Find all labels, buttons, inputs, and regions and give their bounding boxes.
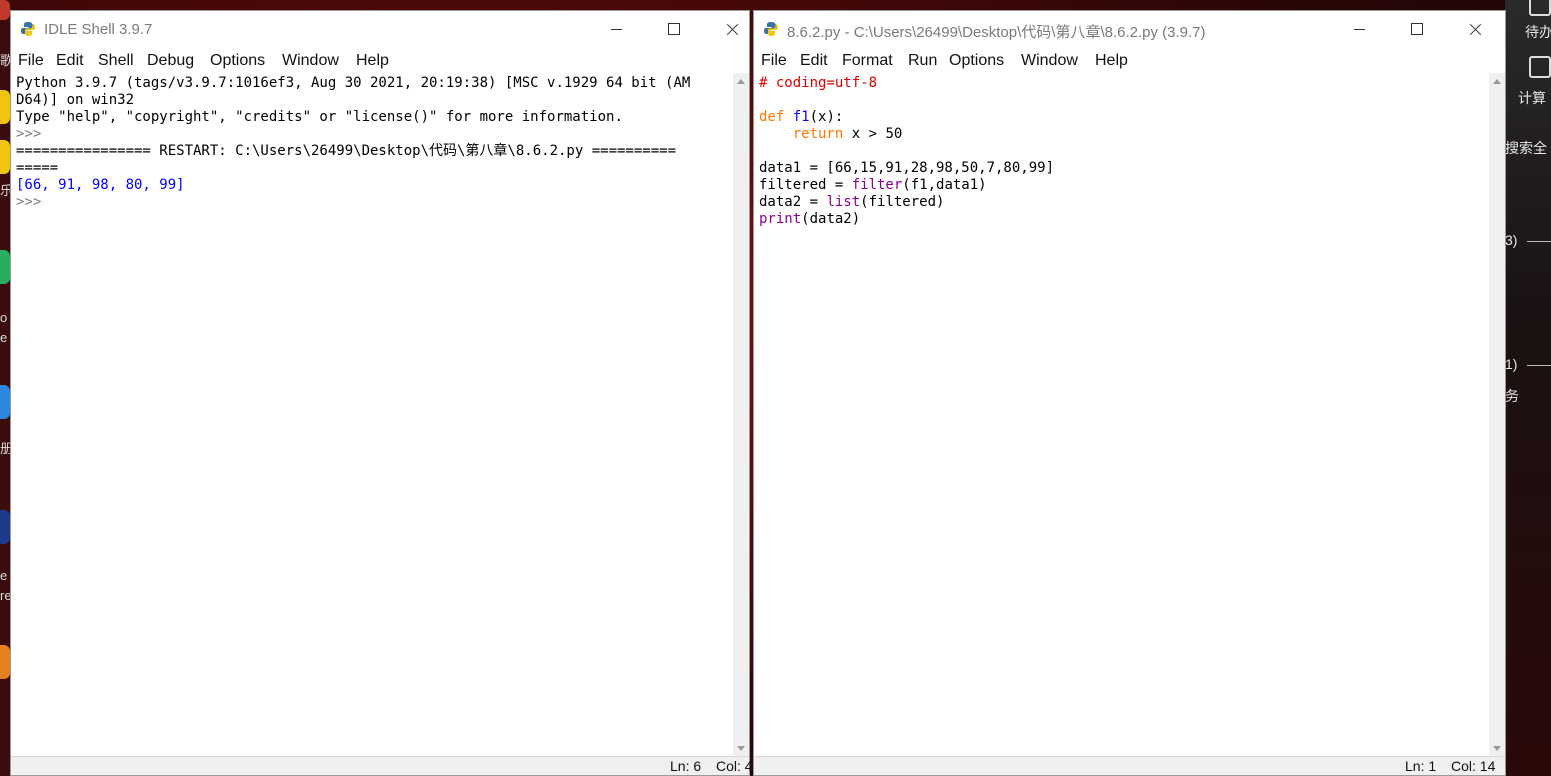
menu-file[interactable]: File (761, 52, 787, 70)
calculator-label: 计算 (1518, 90, 1546, 106)
menu-file[interactable]: File (18, 52, 44, 70)
line-number: Ln: 1 (1405, 758, 1437, 774)
shell-output-area[interactable]: Python 3.9.7 (tags/v3.9.7:1016ef3, Aug 3… (11, 73, 733, 757)
shell-line: Type "help", "copyright", "credits" or "… (16, 109, 623, 125)
minimize-button[interactable] (587, 11, 645, 47)
todo-label: 待办 (1525, 24, 1551, 40)
status-bar: Ln: 6 Col: 4 (11, 756, 753, 775)
maximize-button[interactable] (645, 11, 703, 47)
vertical-scrollbar[interactable] (733, 73, 749, 757)
column-number: Col: 14 (1451, 758, 1496, 774)
function-name: f1 (792, 109, 810, 125)
line-number: Ln: 6 (670, 758, 702, 774)
shell-stdout: [66, 91, 98, 80, 99] (16, 177, 185, 193)
shell-prompt: >>> (16, 194, 42, 210)
column-number: Col: 4 (716, 758, 753, 774)
menu-debug[interactable]: Debug (147, 52, 194, 70)
timeline-label: 务 (1505, 388, 1519, 404)
minimize-button[interactable] (1330, 11, 1388, 47)
maximize-button[interactable] (1388, 11, 1446, 47)
menu-window[interactable]: Window (1021, 52, 1078, 70)
window-title: IDLE Shell 3.9.7 (44, 21, 153, 38)
keyword: return (792, 126, 844, 142)
close-button[interactable] (703, 11, 749, 47)
menu-help[interactable]: Help (1095, 52, 1128, 70)
code-line: data2 = list(filtered) (759, 194, 944, 211)
python-file-icon (764, 22, 778, 36)
menu-format[interactable]: Format (842, 52, 893, 70)
timeline-label: 1) (1505, 356, 1518, 372)
scroll-up-icon[interactable] (737, 79, 745, 84)
desktop-app-icon[interactable] (0, 0, 10, 20)
desktop-app-icon[interactable] (0, 250, 10, 284)
code-editor-area[interactable]: # coding=utf-8 def f1(x): return x > 50 … (754, 73, 1489, 757)
builtin: filter (851, 177, 903, 193)
menu-bar: File Edit Format Run Options Window Help (754, 47, 1505, 74)
divider (1527, 365, 1551, 366)
code-line: filtered = filter(f1,data1) (759, 177, 987, 194)
desktop-app-icon[interactable] (0, 90, 10, 124)
search-label[interactable]: 搜索全 (1505, 138, 1547, 158)
idle-shell-window[interactable]: IDLE Shell 3.9.7 File Edit Shell Debug O… (10, 10, 753, 776)
code-text: x > 50 (843, 126, 903, 142)
title-bar[interactable]: IDLE Shell 3.9.7 (11, 11, 749, 47)
menu-help[interactable]: Help (356, 52, 389, 70)
builtin: list (826, 194, 861, 210)
desktop-right-panel: 待办 计算 搜索全 3) 1) 务 (1505, 0, 1551, 776)
shell-prompt: >>> (16, 126, 42, 142)
close-button[interactable] (1446, 11, 1504, 47)
desktop-app-icon[interactable] (0, 385, 10, 419)
menu-run[interactable]: Run (908, 52, 937, 70)
builtin: print (759, 211, 802, 227)
code-text: filtered = (759, 177, 852, 193)
desktop-app-icon[interactable] (0, 510, 10, 544)
scroll-down-icon[interactable] (1493, 746, 1501, 751)
scroll-up-icon[interactable] (1493, 79, 1501, 84)
code-text: data2 = (759, 194, 827, 210)
code-text: (filtered) (860, 194, 945, 210)
menu-edit[interactable]: Edit (800, 52, 828, 70)
menu-edit[interactable]: Edit (56, 52, 84, 70)
calculator-icon[interactable] (1529, 56, 1551, 78)
divider (1527, 241, 1551, 242)
code-line: return x > 50 (759, 126, 903, 143)
shell-line: D64)] on win32 (16, 92, 135, 108)
title-bar[interactable]: 8.6.2.py - C:\Users\26499\Desktop\代码\第八章… (754, 11, 1505, 47)
code-line: def f1(x): (759, 109, 843, 126)
desktop-app-icon[interactable] (0, 140, 10, 174)
code-text: (data2) (801, 211, 861, 227)
menu-shell[interactable]: Shell (98, 52, 134, 70)
menu-window[interactable]: Window (282, 52, 339, 70)
code-comment: # coding=utf-8 (759, 75, 878, 91)
code-text: (f1,data1) (902, 177, 987, 193)
status-bar: Ln: 1 Col: 14 (754, 756, 1505, 775)
window-title: 8.6.2.py - C:\Users\26499\Desktop\代码\第八章… (787, 24, 1206, 41)
scroll-down-icon[interactable] (737, 746, 745, 751)
menu-options[interactable]: Options (949, 52, 1004, 70)
code-line: print(data2) (759, 211, 860, 228)
shell-line: ================ RESTART: C:\Users\26499… (16, 143, 677, 159)
keyword: def (759, 109, 785, 125)
timeline-label: 3) (1505, 232, 1518, 248)
shell-line: ===== (16, 160, 59, 176)
python-logo-icon (21, 22, 35, 36)
vertical-scrollbar[interactable] (1489, 73, 1505, 757)
shell-line: Python 3.9.7 (tags/v3.9.7:1016ef3, Aug 3… (16, 75, 691, 91)
todo-icon[interactable] (1529, 0, 1551, 16)
menu-options[interactable]: Options (210, 52, 265, 70)
desktop-app-icon[interactable] (0, 645, 10, 679)
editor-window[interactable]: 8.6.2.py - C:\Users\26499\Desktop\代码\第八章… (753, 10, 1506, 776)
code-line: data1 = [66,15,91,28,98,50,7,80,99] (759, 160, 1055, 176)
code-text: (x): (809, 109, 844, 125)
menu-bar: File Edit Shell Debug Options Window Hel… (11, 47, 749, 74)
